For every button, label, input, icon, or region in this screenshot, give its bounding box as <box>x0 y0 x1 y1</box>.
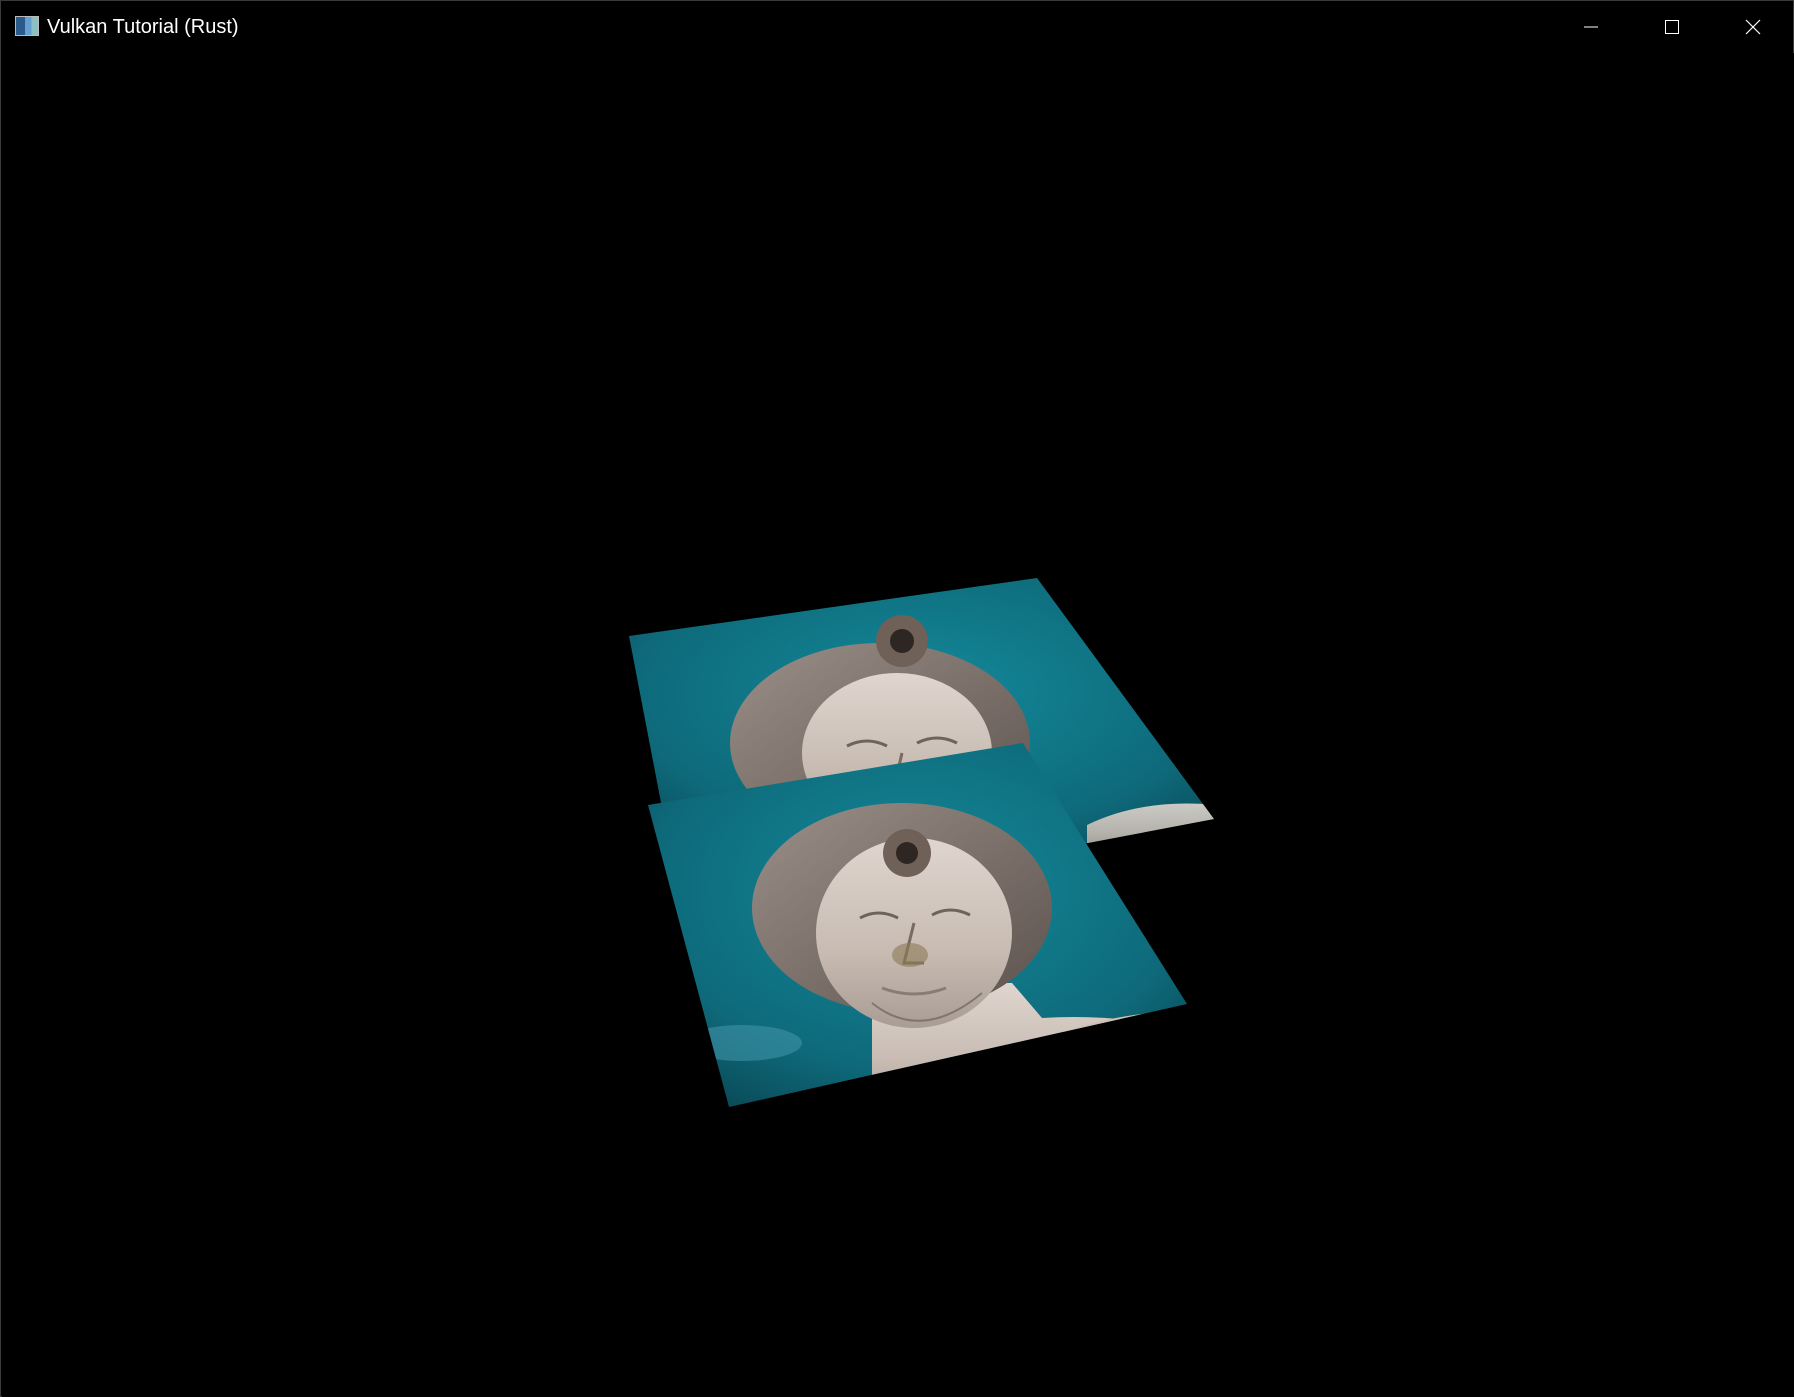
title-bar[interactable]: Vulkan Tutorial (Rust) <box>1 1 1793 53</box>
maximize-icon <box>1665 20 1679 34</box>
close-icon <box>1745 19 1761 35</box>
maximize-button[interactable] <box>1632 1 1712 53</box>
minimize-icon <box>1584 26 1598 28</box>
window-title: Vulkan Tutorial (Rust) <box>47 16 239 38</box>
app-icon[interactable] <box>15 16 39 36</box>
render-scene <box>629 578 1214 1107</box>
render-viewport[interactable] <box>2 53 1794 1397</box>
minimize-button[interactable] <box>1551 1 1631 53</box>
close-button[interactable] <box>1713 1 1793 53</box>
app-window: Vulkan Tutorial (Rust) <box>0 0 1794 1397</box>
